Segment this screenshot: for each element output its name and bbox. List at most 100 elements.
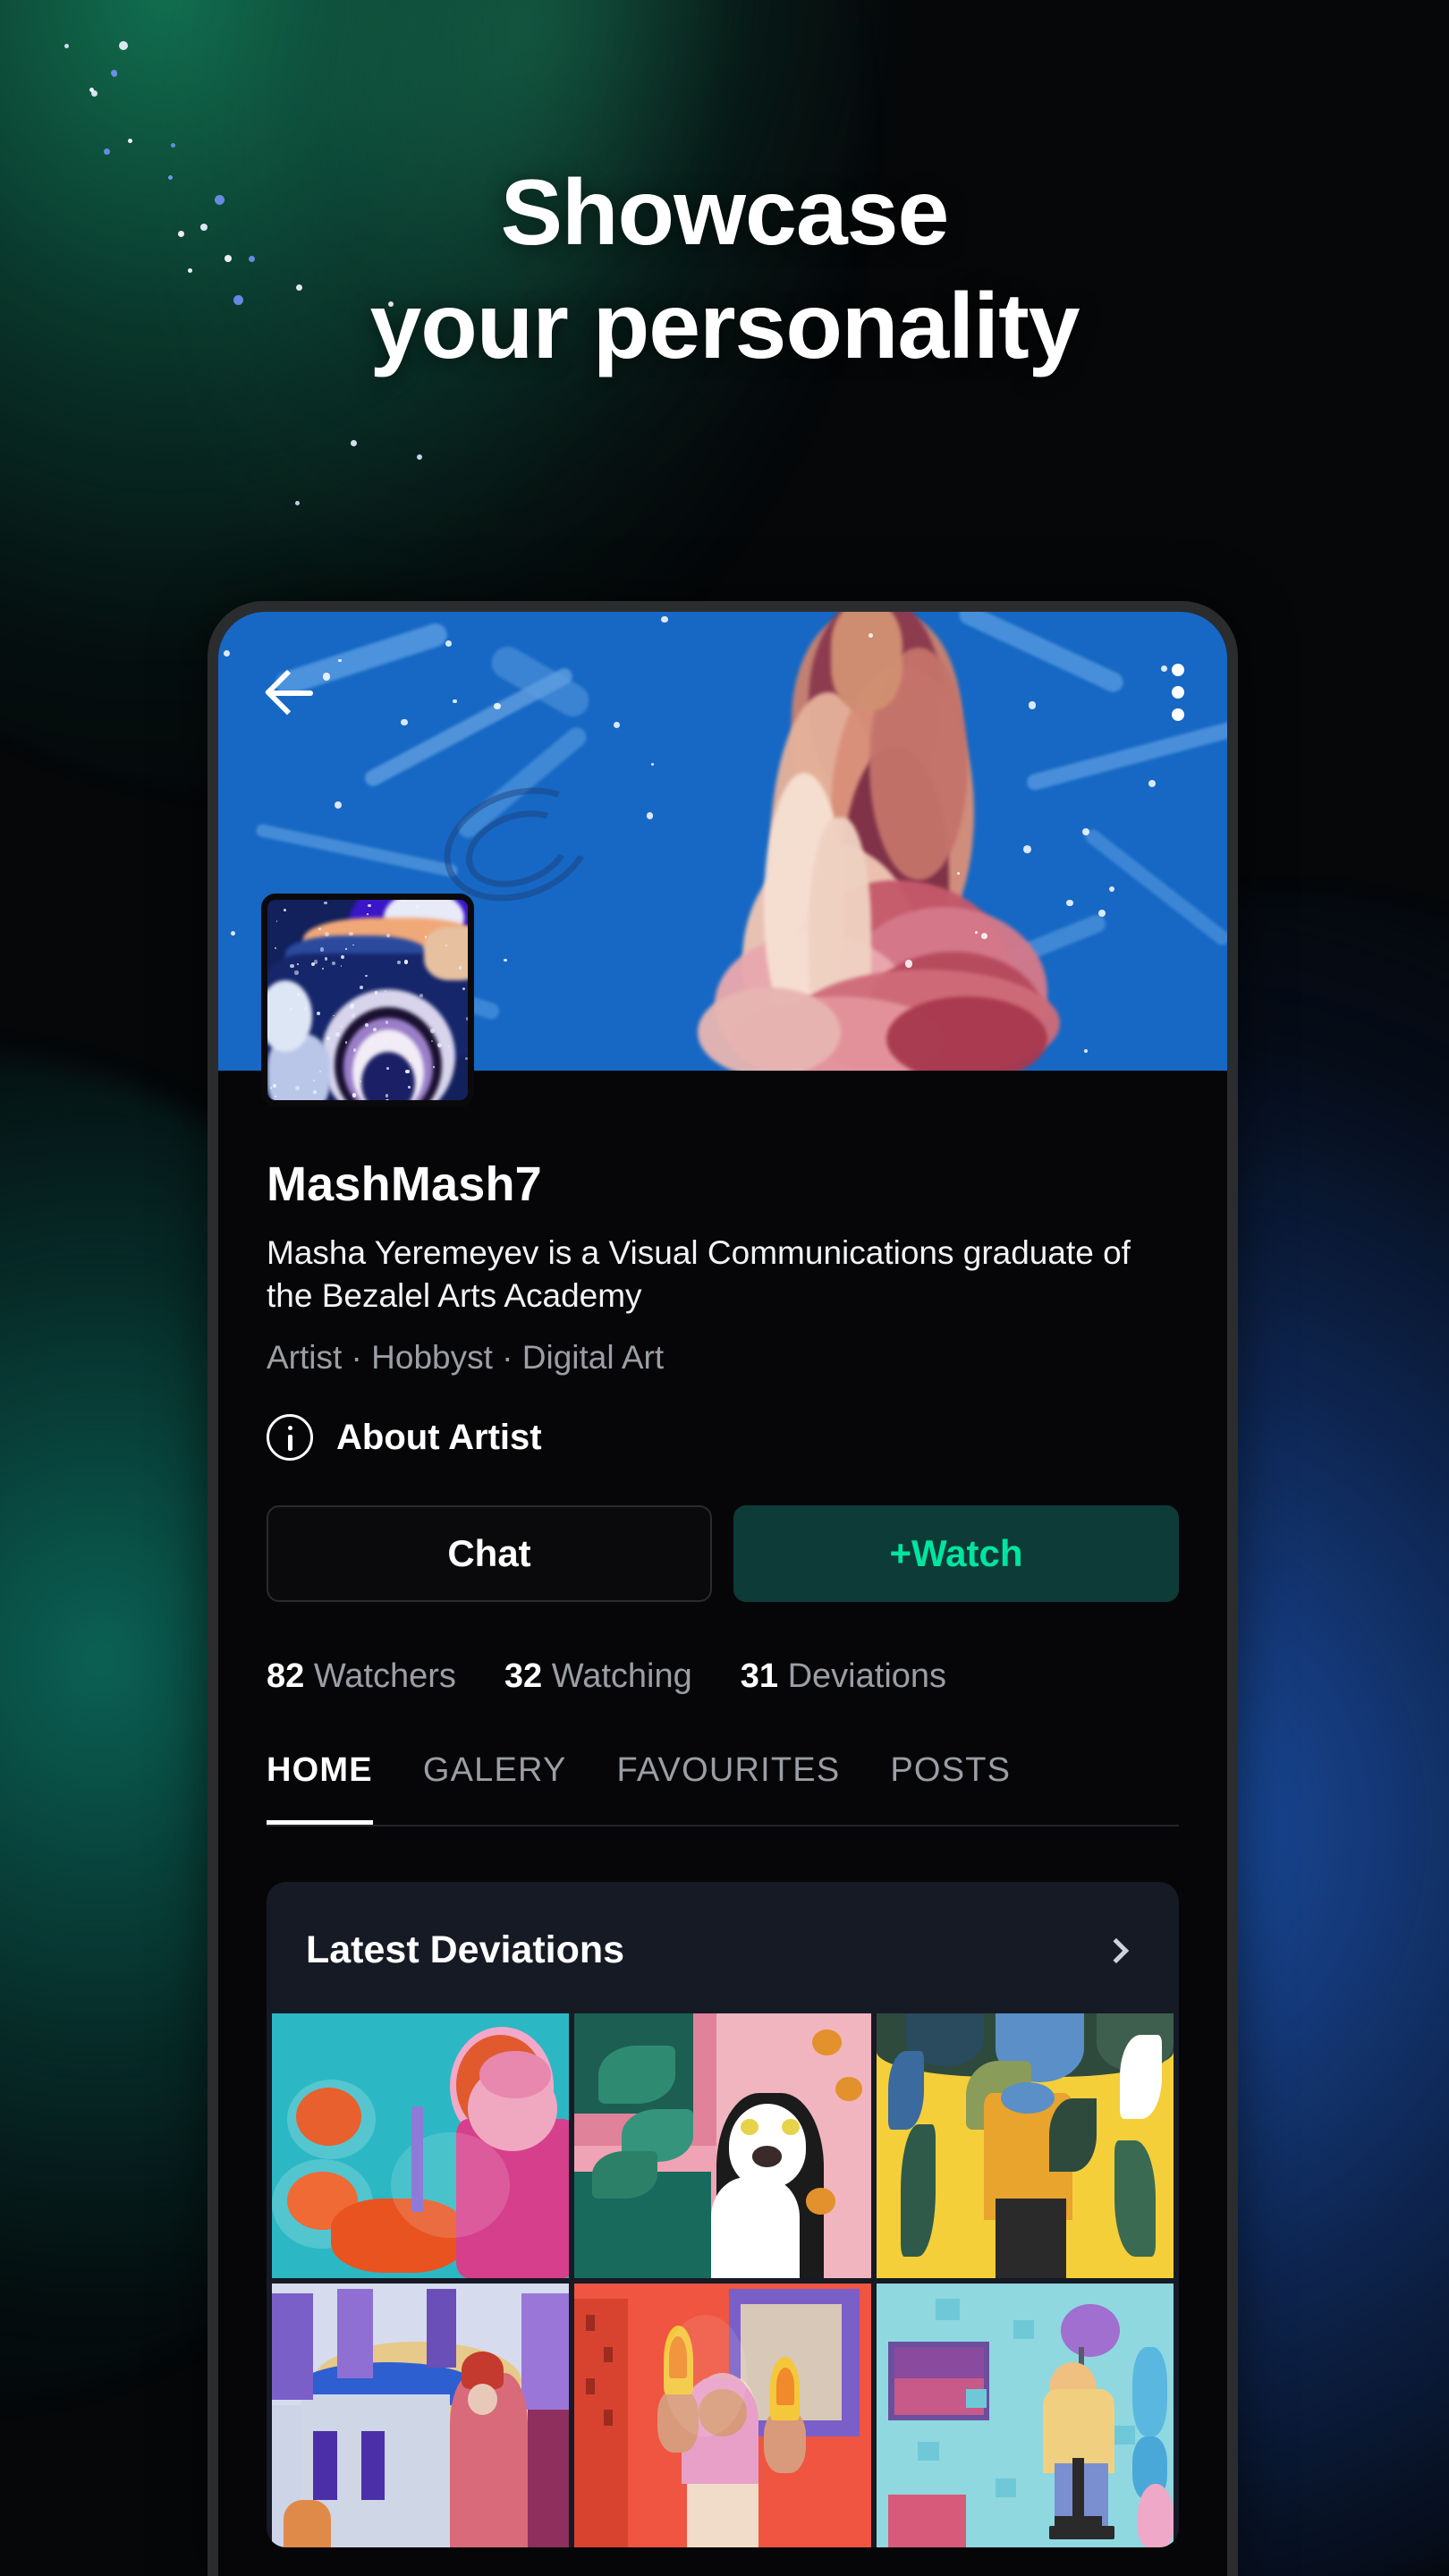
artwork-shape	[598, 2046, 675, 2104]
artwork-shape	[1114, 2426, 1135, 2445]
cover-speckle	[1023, 845, 1031, 853]
avatar-speckle	[295, 1086, 300, 1090]
avatar-speckle	[470, 945, 473, 947]
avatar-speckle	[469, 1066, 472, 1070]
artwork-shape	[604, 2410, 613, 2426]
artwork-shape	[521, 2293, 569, 2410]
stat-value: 31	[741, 1657, 778, 1695]
artwork-shape	[1049, 2526, 1114, 2539]
avatar-speckle	[433, 1066, 435, 1068]
sparkle-dot	[171, 143, 175, 148]
avatar[interactable]	[261, 894, 474, 1106]
avatar-speckle	[275, 947, 276, 949]
artwork-shape	[1072, 2458, 1084, 2538]
avatar-speckle	[445, 1105, 450, 1106]
deviation-thumbnail[interactable]	[574, 2013, 871, 2277]
sparkle-dot	[119, 41, 128, 50]
cover-speckle	[647, 812, 653, 818]
stat-item[interactable]: 31 Deviations	[741, 1657, 946, 1696]
artwork-shape	[586, 2315, 595, 2331]
artwork-shape	[574, 2299, 628, 2547]
page-title: MashMash7	[267, 1157, 1179, 1212]
about-artist-label: About Artist	[336, 1418, 542, 1458]
artwork-shape	[901, 2124, 936, 2257]
deviation-thumbnail[interactable]	[877, 2284, 1174, 2547]
avatar-speckle	[408, 1086, 410, 1088]
avatar-speckle	[430, 1029, 434, 1032]
artwork-shape	[479, 2051, 551, 2098]
avatar-speckle	[365, 975, 368, 978]
cover-speckle	[905, 960, 913, 968]
artwork-shape	[835, 2077, 862, 2101]
stat-value: 82	[267, 1657, 304, 1695]
chat-button[interactable]: Chat	[267, 1505, 712, 1602]
sparkle-dot	[89, 88, 94, 92]
artwork-shape	[1138, 2484, 1174, 2547]
sparkle-dot	[112, 72, 117, 77]
profile-tabs: HOME GALERY FAVOURITES POSTS	[267, 1751, 1179, 1826]
artwork-shape	[411, 2106, 423, 2212]
sparkle-dot	[351, 440, 357, 446]
artwork-shape	[1013, 2320, 1034, 2339]
cover-speckle	[981, 933, 987, 939]
app-topbar	[218, 612, 1227, 773]
artwork-shape	[918, 2442, 938, 2461]
artwork-shape	[996, 2479, 1016, 2497]
avatar-shape	[424, 927, 474, 980]
cover-speckle	[1148, 780, 1157, 788]
avatar-speckle	[402, 900, 404, 902]
deviation-thumbnail[interactable]	[877, 2013, 1174, 2277]
avatar-speckle	[367, 913, 369, 915]
tab-home[interactable]: HOME	[267, 1751, 373, 1825]
stat-item[interactable]: 82 Watchers	[267, 1657, 456, 1696]
avatar-shape	[361, 1052, 415, 1106]
artwork-shape	[812, 2029, 842, 2056]
avatar-speckle	[465, 1057, 468, 1060]
avatar-speckle	[335, 1032, 340, 1037]
about-artist-link[interactable]: About Artist	[267, 1414, 1179, 1461]
promo-headline: Showcase your personality	[0, 157, 1449, 384]
avatar-speckle	[313, 1080, 315, 1081]
deviation-thumbnail[interactable]	[272, 2284, 569, 2547]
tab-favourites[interactable]: FAVOURITES	[617, 1751, 841, 1825]
avatar-speckle	[407, 1101, 410, 1104]
cover-brushstroke	[255, 823, 459, 878]
artwork-shape	[996, 2199, 1067, 2278]
artwork-shape	[313, 2431, 337, 2500]
artwork-shape	[528, 2410, 569, 2547]
tab-galery[interactable]: GALERY	[423, 1751, 567, 1825]
artwork-shape	[806, 2188, 835, 2215]
deviation-thumbnail[interactable]	[272, 2013, 569, 2277]
artwork-shape	[391, 2132, 510, 2238]
phone-mockup: MashMash7 Masha Yeremeyev is a Visual Co…	[208, 601, 1238, 2576]
profile-bio: Masha Yeremeyev is a Visual Communicatio…	[267, 1232, 1161, 1318]
avatar-speckle	[304, 1007, 307, 1010]
avatar-speckle	[290, 964, 293, 968]
artwork-shape	[361, 2431, 386, 2500]
cover-speckle	[1098, 910, 1106, 917]
avatar-speckle	[375, 991, 377, 994]
avatar-speckle	[431, 1040, 433, 1042]
avatar-speckle	[297, 963, 299, 965]
chevron-right-icon[interactable]	[1104, 1938, 1129, 1963]
tab-posts[interactable]: POSTS	[890, 1751, 1011, 1825]
cover-speckle	[975, 931, 978, 934]
avatar-speckle	[345, 1041, 348, 1044]
artwork-shape	[664, 2315, 747, 2436]
sparkle-dot	[128, 139, 132, 143]
avatar-speckle	[317, 1012, 320, 1015]
deviation-thumbnail[interactable]	[574, 2284, 871, 2547]
avatar-speckle	[419, 994, 423, 997]
artwork-shape	[586, 2378, 595, 2394]
artwork-shape	[888, 2051, 924, 2131]
stat-item[interactable]: 32 Watching	[504, 1657, 692, 1696]
sparkle-dot	[64, 44, 69, 48]
cover-speckle	[335, 801, 342, 809]
avatar-speckle	[425, 936, 427, 937]
artwork-shape	[1120, 2035, 1161, 2120]
headline-line-1: Showcase	[0, 157, 1449, 270]
back-arrow-icon[interactable]	[267, 667, 317, 717]
kebab-menu-icon[interactable]	[1166, 658, 1179, 726]
artwork-shape	[427, 2289, 456, 2368]
watch-button[interactable]: +Watch	[733, 1505, 1179, 1602]
